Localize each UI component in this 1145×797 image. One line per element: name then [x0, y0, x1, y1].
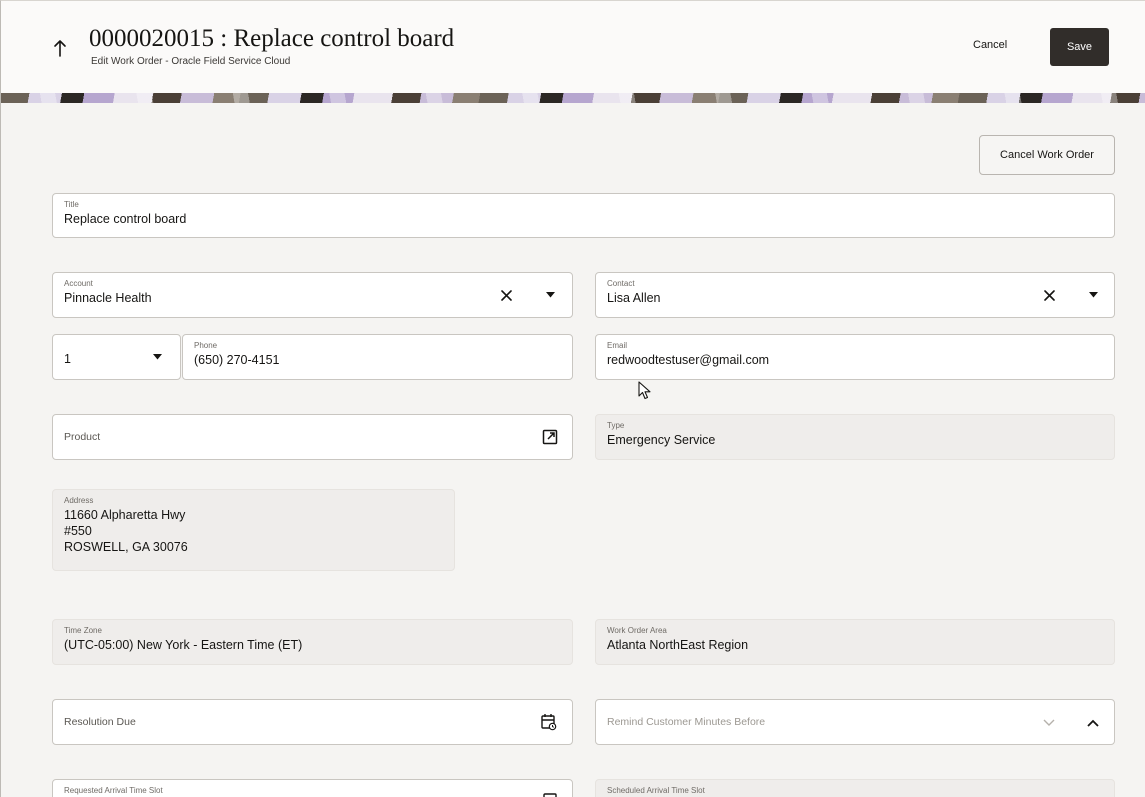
address-field: Address 11660 Alpharetta Hwy #550 ROSWEL…: [52, 489, 455, 571]
cancel-button[interactable]: Cancel: [973, 39, 1007, 51]
type-value: Emergency Service: [607, 433, 716, 447]
title-field[interactable]: Title Replace control board: [52, 193, 1115, 238]
phone-type-value: 1: [64, 352, 71, 366]
title-label: Title: [64, 200, 79, 209]
caret-down-icon[interactable]: [1084, 286, 1102, 304]
decorative-banner: [1, 93, 1145, 103]
caret-down-icon[interactable]: [541, 286, 559, 304]
resolution-due-field[interactable]: Resolution Due: [52, 699, 573, 745]
remind-minutes-field[interactable]: Remind Customer Minutes Before: [595, 699, 1115, 745]
open-external-icon[interactable]: [541, 428, 559, 446]
email-label: Email: [607, 341, 628, 350]
address-line-3: ROSWELL, GA 30076: [64, 540, 188, 554]
chevron-down-icon[interactable]: [1040, 714, 1058, 732]
caret-down-icon[interactable]: [148, 348, 166, 366]
contact-field[interactable]: Contact Lisa Allen: [595, 272, 1115, 318]
work-order-area-value: Atlanta NorthEast Region: [607, 638, 749, 652]
account-value: Pinnacle Health: [64, 291, 152, 305]
phone-label: Phone: [194, 341, 218, 350]
email-value: redwoodtestuser@gmail.com: [607, 353, 770, 367]
address-line-2: #550: [64, 524, 92, 538]
cancel-work-order-button[interactable]: Cancel Work Order: [979, 135, 1115, 175]
title-value: Replace control board: [64, 212, 187, 226]
resolution-due-placeholder: Resolution Due: [64, 716, 136, 728]
calendar-icon[interactable]: [539, 712, 559, 732]
requested-arrival-slot-field[interactable]: Requested Arrival Time Slot: [52, 779, 573, 797]
phone-type-select[interactable]: 1: [52, 334, 181, 380]
close-icon[interactable]: [497, 286, 515, 304]
scheduled-arrival-slot-field: Scheduled Arrival Time Slot: [595, 779, 1115, 797]
type-label: Type: [607, 421, 625, 430]
chevron-up-icon[interactable]: [1084, 714, 1102, 732]
product-field[interactable]: Product: [52, 414, 573, 460]
page-title: 0000020015 : Replace control board: [89, 25, 455, 52]
work-order-area-label: Work Order Area: [607, 626, 667, 635]
email-field[interactable]: Email redwoodtestuser@gmail.com: [595, 334, 1115, 380]
back-button[interactable]: [49, 35, 71, 61]
calendar-icon[interactable]: [541, 790, 559, 797]
page-subtitle: Edit Work Order - Oracle Field Service C…: [91, 56, 291, 67]
phone-value: (650) 270-4151: [194, 353, 280, 367]
address-label: Address: [64, 496, 94, 505]
account-field[interactable]: Account Pinnacle Health: [52, 272, 573, 318]
scheduled-arrival-slot-label: Scheduled Arrival Time Slot: [607, 786, 705, 795]
mouse-pointer-icon: [638, 381, 651, 400]
save-button[interactable]: Save: [1050, 28, 1109, 66]
time-zone-label: Time Zone: [64, 626, 102, 635]
time-zone-field: Time Zone (UTC-05:00) New York - Eastern…: [52, 619, 573, 665]
address-lines: 11660 Alpharetta Hwy #550 ROSWELL, GA 30…: [64, 507, 188, 555]
phone-field[interactable]: Phone (650) 270-4151: [182, 334, 573, 380]
work-order-area-field: Work Order Area Atlanta NorthEast Region: [595, 619, 1115, 665]
contact-value: Lisa Allen: [607, 291, 661, 305]
close-icon[interactable]: [1040, 286, 1058, 304]
app-window: 0000020015 : Replace control board Edit …: [0, 0, 1145, 797]
remind-minutes-placeholder: Remind Customer Minutes Before: [607, 716, 766, 728]
account-label: Account: [64, 279, 93, 288]
address-line-1: 11660 Alpharetta Hwy: [64, 508, 186, 522]
contact-label: Contact: [607, 279, 635, 288]
type-field: Type Emergency Service: [595, 414, 1115, 460]
arrow-up-icon: [54, 40, 66, 57]
time-zone-value: (UTC-05:00) New York - Eastern Time (ET): [64, 638, 303, 652]
page-header: 0000020015 : Replace control board Edit …: [1, 1, 1145, 93]
product-placeholder: Product: [64, 431, 101, 443]
requested-arrival-slot-label: Requested Arrival Time Slot: [64, 786, 163, 795]
